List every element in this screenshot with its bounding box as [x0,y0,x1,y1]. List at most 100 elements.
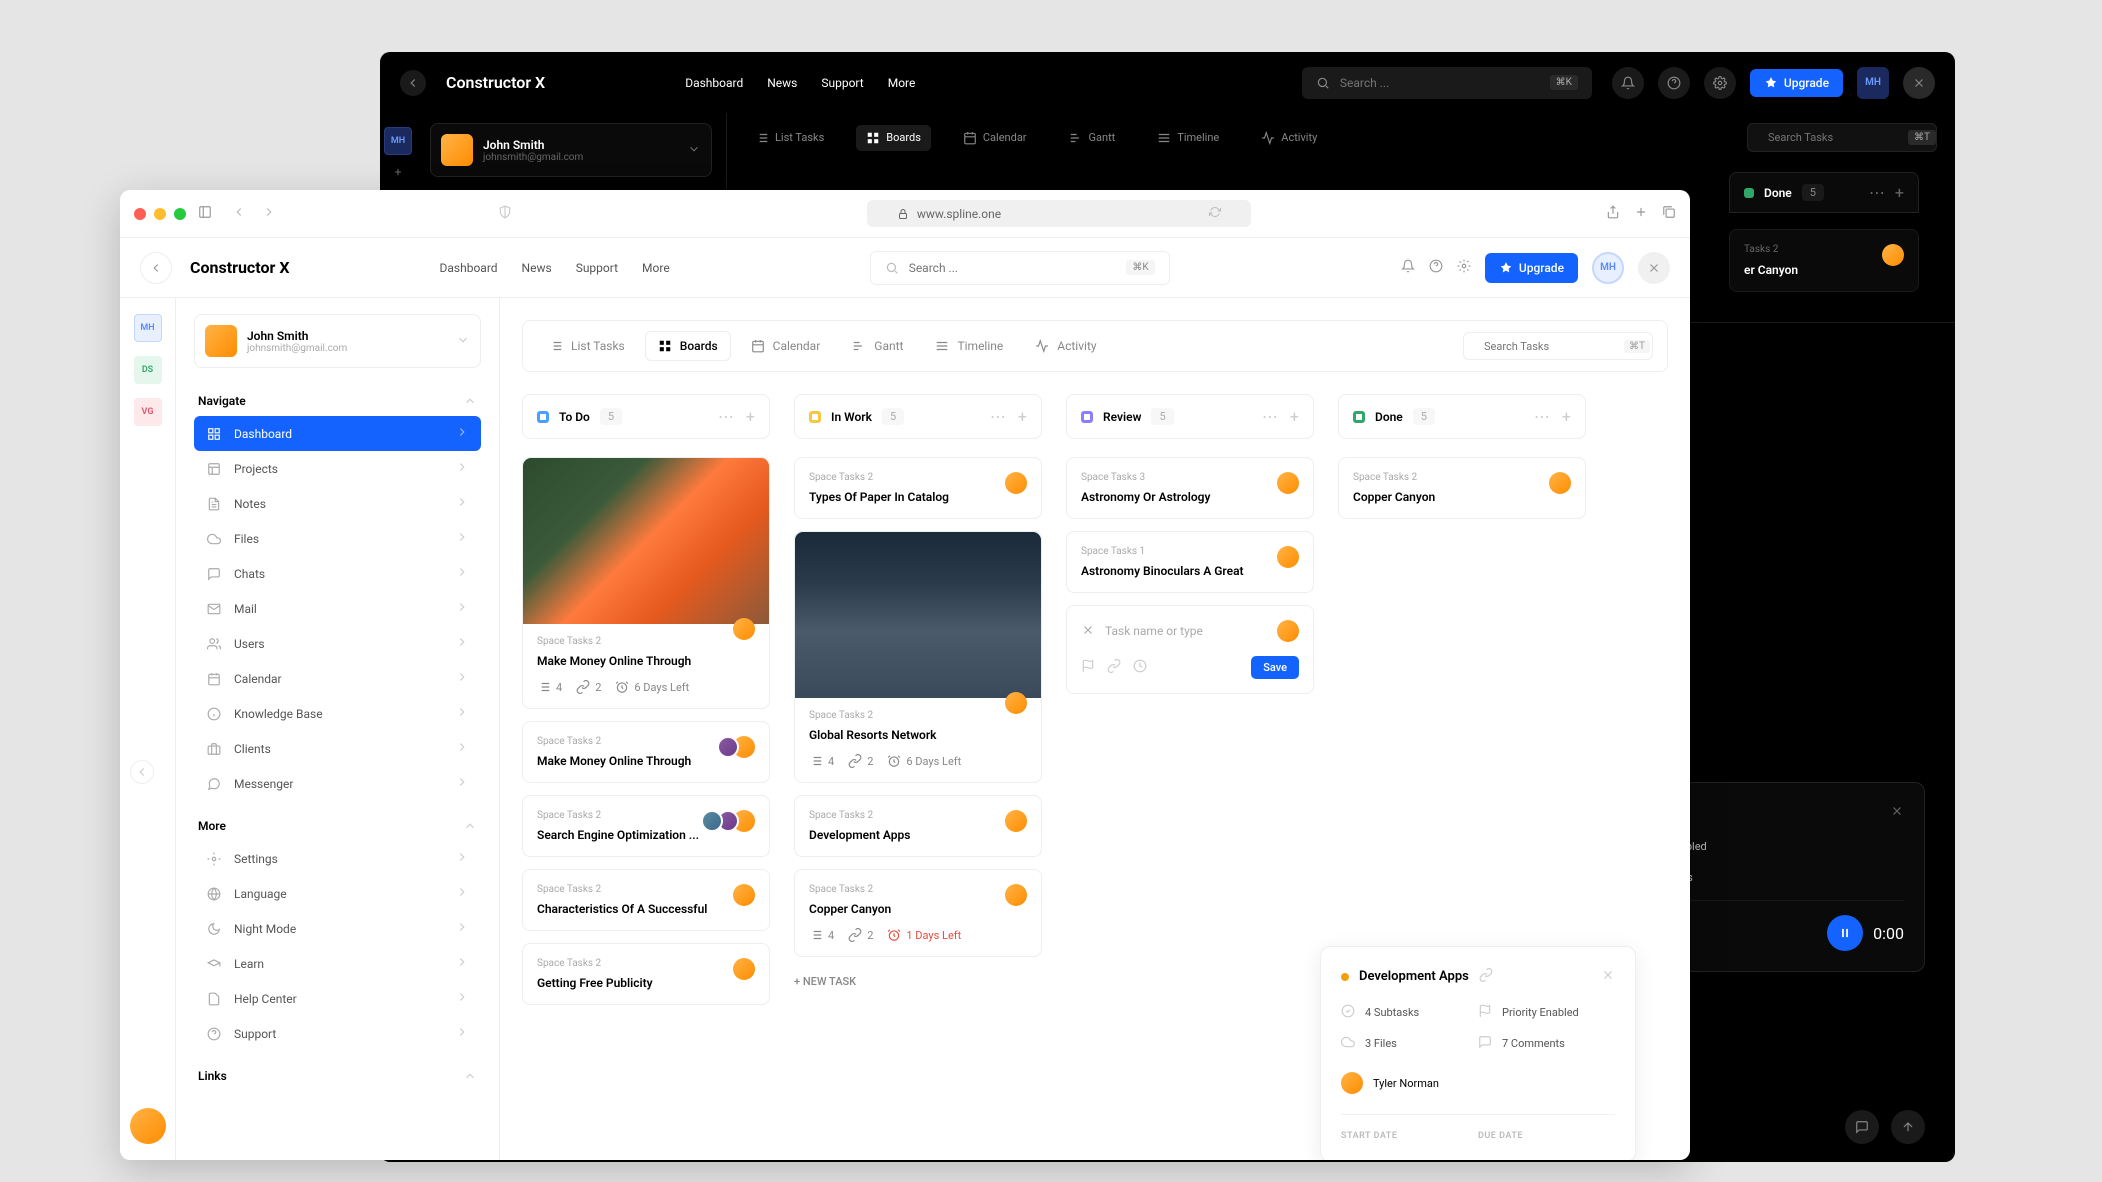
tab-activity[interactable]: Activity [1251,125,1327,151]
close-button[interactable] [1903,67,1935,99]
sidebar-item-calendar[interactable]: Calendar [194,661,481,696]
sidebar-item-notes[interactable]: Notes [194,486,481,521]
more-icon[interactable]: ⋯ [990,407,1006,426]
task-card[interactable]: Space Tasks 2Types Of Paper In Catalog [794,457,1042,519]
tasks-search[interactable]: ⌘T [1463,332,1653,360]
close-light[interactable] [134,208,146,220]
add-icon[interactable]: + [746,407,755,426]
new-task-button[interactable]: + NEW TASK [794,969,1042,994]
task-card[interactable]: Space Tasks 2Make Money Online Through42… [522,457,770,709]
help-button[interactable] [1429,258,1443,277]
app-search[interactable]: ⌘K [870,251,1170,285]
tabs-icon[interactable] [1662,204,1676,223]
task-card[interactable]: Space Tasks 2Characteristics Of A Succes… [522,869,770,931]
add-icon[interactable]: + [1290,407,1299,426]
nav-more[interactable]: More [642,261,670,275]
sidebar-item-mail[interactable]: Mail [194,591,481,626]
task-card[interactable]: Space Tasks 3Astronomy Or Astrology [1066,457,1314,519]
settings-button[interactable] [1457,258,1471,277]
task-card[interactable]: Space Tasks 1Astronomy Binoculars A Grea… [1066,531,1314,593]
add-workspace[interactable]: + [395,165,402,179]
tasks-search-input[interactable] [1768,131,1908,144]
sidebar-item-dashboard[interactable]: Dashboard [194,416,481,451]
section-more[interactable]: More [194,811,481,841]
sidebar-user-card[interactable]: John Smith johnsmith@gmail.com [194,314,481,368]
tasks-search-input[interactable] [1484,340,1624,353]
close-button[interactable] [1638,252,1670,284]
tab-list-tasks[interactable]: List Tasks [745,125,834,151]
nav-news[interactable]: News [522,261,552,275]
url-bar[interactable]: www.spline.one [867,200,1251,227]
dark-task-card[interactable]: Tasks 2 er Canyon [1729,229,1919,292]
upgrade-button[interactable]: Upgrade [1750,69,1843,97]
sidebar-item-learn[interactable]: Learn [194,946,481,981]
tab-boards[interactable]: Boards [856,125,931,151]
app-search-input[interactable] [909,261,1127,275]
tab-timeline[interactable]: Timeline [923,332,1015,360]
more-icon[interactable]: ⋯ [1534,407,1550,426]
sidebar-item-help-center[interactable]: Help Center [194,981,481,1016]
workspace-ds[interactable]: DS [134,356,162,384]
clock-icon[interactable] [1133,658,1147,677]
section-links[interactable]: Links [194,1061,481,1091]
nav-dashboard[interactable]: Dashboard [685,76,743,90]
sidebar-item-clients[interactable]: Clients [194,731,481,766]
task-card[interactable]: Space Tasks 2Copper Canyon421 Days Left [794,869,1042,957]
tab-calendar[interactable]: Calendar [739,332,833,360]
close-popup[interactable] [1890,803,1904,822]
up-button[interactable] [1891,1110,1925,1144]
settings-button[interactable] [1704,67,1736,99]
browser-back[interactable] [232,204,246,223]
task-input-placeholder[interactable]: Task name or type [1105,624,1267,638]
sidebar-item-messenger[interactable]: Messenger [194,766,481,801]
link-icon[interactable] [1479,967,1493,986]
sidebar-item-language[interactable]: Language [194,876,481,911]
bell-button[interactable] [1401,258,1415,277]
sidebar-item-settings[interactable]: Settings [194,841,481,876]
sidebar-item-chats[interactable]: Chats [194,556,481,591]
collapse-sidebar[interactable] [130,760,154,784]
sidebar-item-users[interactable]: Users [194,626,481,661]
sidebar-item-files[interactable]: Files [194,521,481,556]
tab-list-tasks[interactable]: List Tasks [537,332,637,360]
task-card[interactable]: Space Tasks 2Getting Free Publicity [522,943,770,1005]
app-back[interactable] [140,252,172,284]
nav-news[interactable]: News [767,76,797,90]
save-button[interactable]: Save [1251,656,1299,679]
sidebar-item-knowledge-base[interactable]: Knowledge Base [194,696,481,731]
link-icon[interactable] [1107,658,1121,677]
close-popup[interactable] [1601,967,1615,986]
more-icon[interactable]: ⋯ [1869,183,1885,202]
search-input[interactable] [1340,76,1550,90]
upgrade-button[interactable]: Upgrade [1485,253,1578,283]
tasks-search[interactable]: ⌘T [1747,123,1937,152]
tab-calendar[interactable]: Calendar [953,125,1037,151]
user-card[interactable]: John Smith johnsmith@gmail.com [430,123,712,177]
add-icon[interactable]: + [1562,407,1571,426]
minimize-light[interactable] [154,208,166,220]
nav-dashboard[interactable]: Dashboard [440,261,498,275]
nav-more[interactable]: More [888,76,916,90]
nav-support[interactable]: Support [821,76,863,90]
pause-button[interactable] [1827,915,1863,951]
nav-support[interactable]: Support [576,261,618,275]
user-avatar-badge[interactable]: MH [1857,67,1889,99]
cancel-task-input[interactable] [1081,622,1095,641]
tab-gantt[interactable]: Gantt [840,332,915,360]
search-box[interactable]: ⌘K [1302,67,1592,99]
tab-activity[interactable]: Activity [1023,332,1108,360]
maximize-light[interactable] [174,208,186,220]
workspace-vg[interactable]: VG [134,398,162,426]
rail-avatar[interactable] [130,1108,166,1144]
bell-button[interactable] [1612,67,1644,99]
more-icon[interactable]: ⋯ [1262,407,1278,426]
task-card[interactable]: Space Tasks 2Development Apps [794,795,1042,857]
share-icon[interactable] [1606,204,1620,223]
task-card[interactable]: Space Tasks 2Copper Canyon [1338,457,1586,519]
sidebar-item-projects[interactable]: Projects [194,451,481,486]
workspace-mh[interactable]: MH [134,314,162,342]
workspace-badge[interactable]: MH [384,127,412,155]
help-button[interactable] [1658,67,1690,99]
task-card[interactable]: Space Tasks 2Global Resorts Network426 D… [794,531,1042,783]
add-icon[interactable]: + [1018,407,1027,426]
